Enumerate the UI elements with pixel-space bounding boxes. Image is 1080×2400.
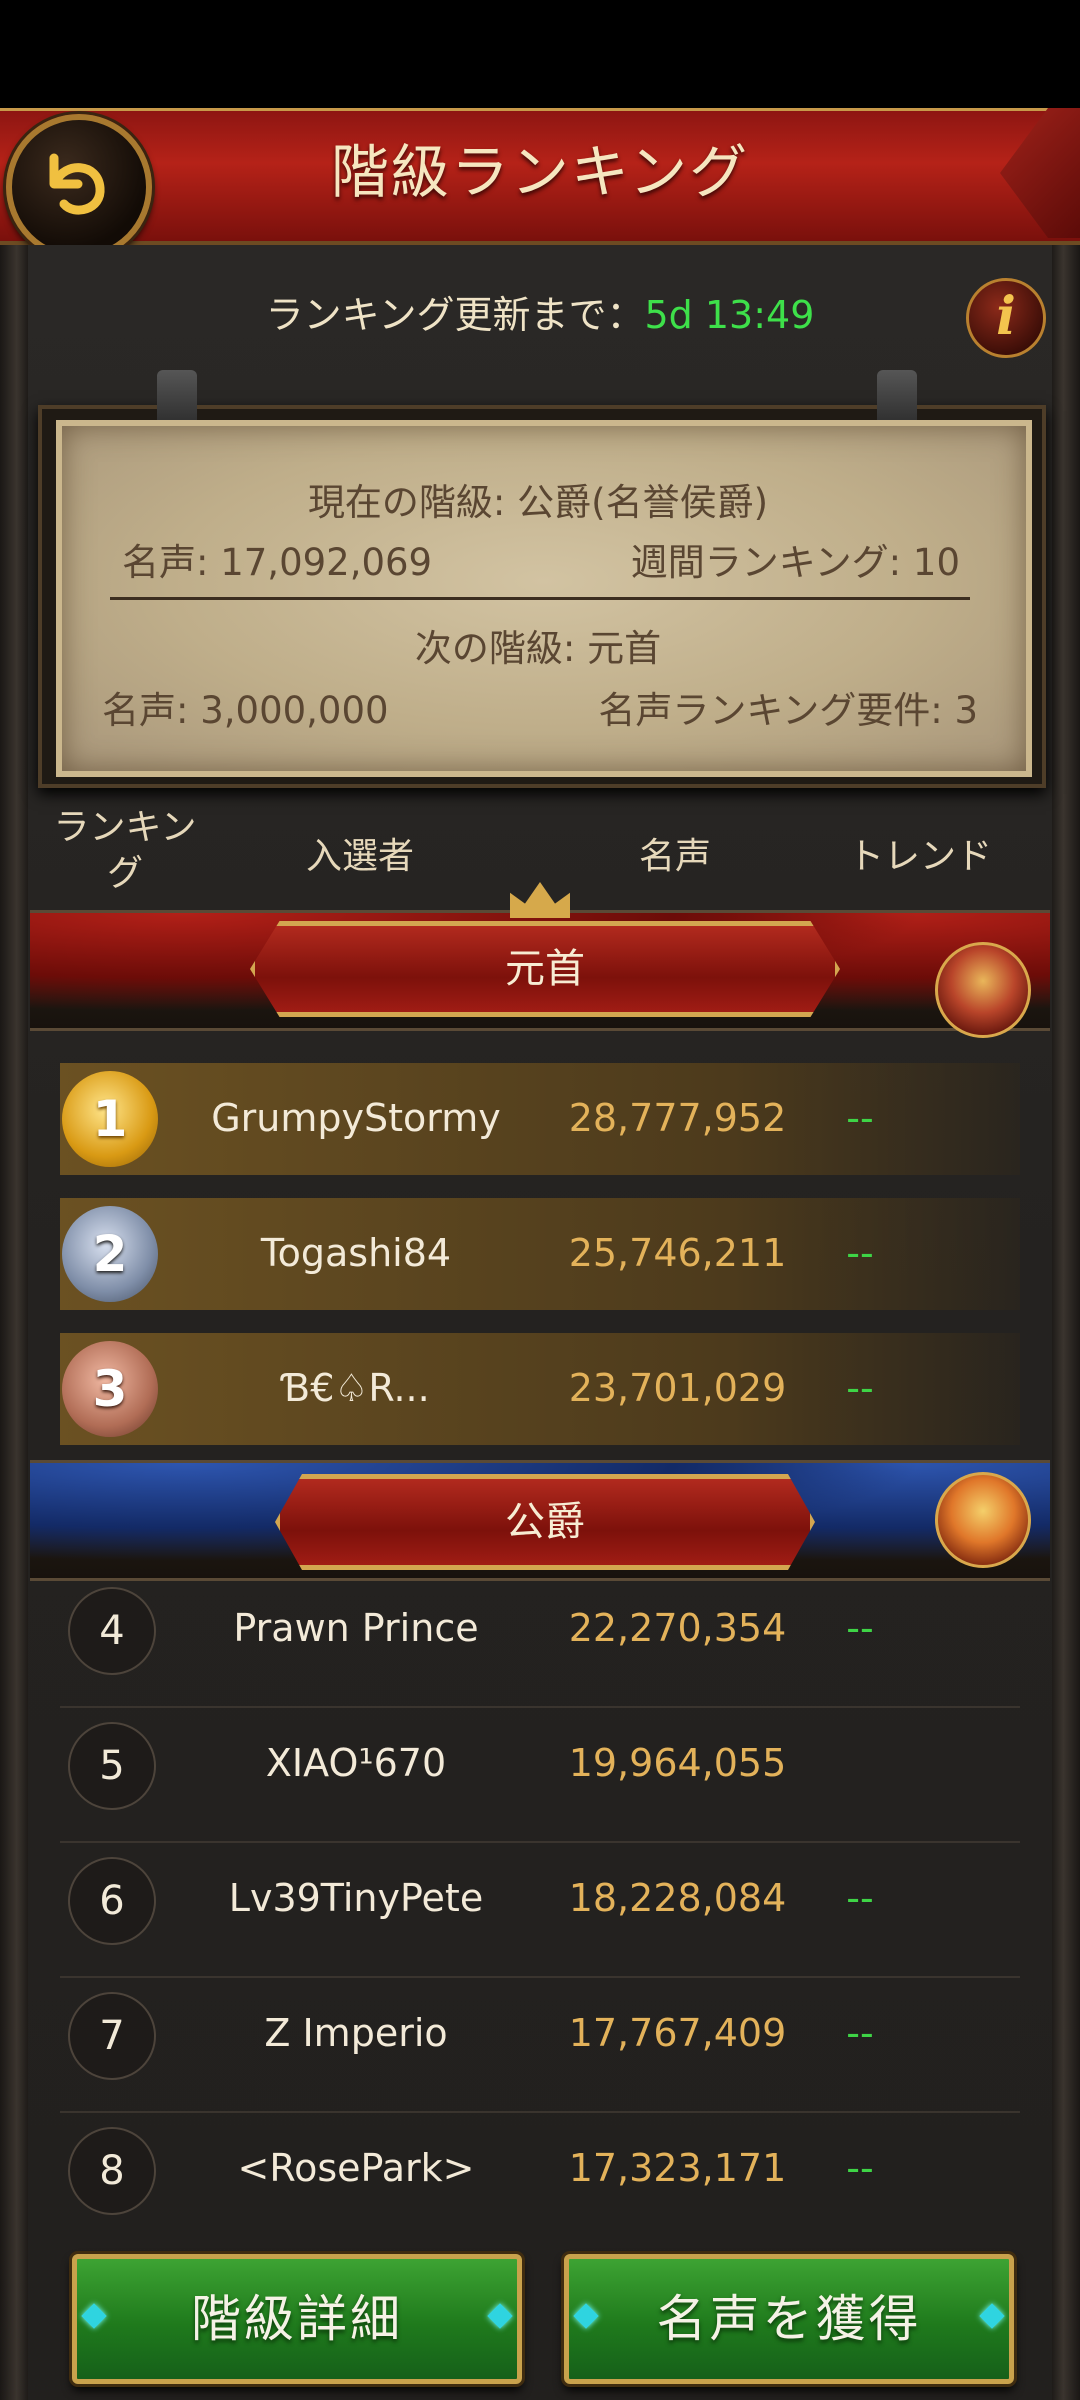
next-ranking-required: 名声ランキング要件: 3 xyxy=(598,689,978,732)
player-name[interactable]: <RosePark> xyxy=(178,2146,534,2190)
player-trend: -- xyxy=(846,2146,874,2190)
doge-emblem-icon xyxy=(935,942,1031,1038)
player-fame: 28,777,952 xyxy=(568,1096,787,1140)
bronze-medal-icon: 3 xyxy=(62,1341,158,1437)
gem-icon xyxy=(979,2303,1005,2329)
row-divider xyxy=(60,1841,1020,1843)
col-rank-line1: ランキン xyxy=(53,807,197,848)
duke-emblem-icon xyxy=(935,1472,1031,1568)
row-divider xyxy=(60,2111,1020,2113)
gem-icon xyxy=(487,2303,513,2329)
player-trend: -- xyxy=(846,1366,874,1410)
tier-title-doge: 元首 xyxy=(250,921,840,1017)
player-trend: -- xyxy=(846,1876,874,1920)
player-trend: -- xyxy=(846,1096,874,1140)
page-title: 階級ランキング xyxy=(330,138,750,206)
back-arrow-icon xyxy=(49,153,105,215)
row-divider xyxy=(60,1706,1020,1708)
rank-number: 7 xyxy=(68,1992,156,2080)
col-rank-header: ランキン グ xyxy=(40,805,210,897)
panel-border-right xyxy=(1052,245,1080,2400)
gem-icon xyxy=(81,2303,107,2329)
player-trend: -- xyxy=(846,1231,874,1275)
col-rank-line2: グ xyxy=(106,853,143,894)
rank-number: 8 xyxy=(68,2127,156,2215)
timer-label: ランキング更新まで： xyxy=(265,293,645,337)
next-rank: 次の階級: 元首 xyxy=(414,627,662,670)
panel-border-left xyxy=(0,245,28,2400)
player-name[interactable]: Prawn Prince xyxy=(178,1606,534,1650)
weekly-ranking: 週間ランキング: 10 xyxy=(630,541,960,584)
row-divider xyxy=(60,1976,1020,1978)
player-fame: 22,270,354 xyxy=(568,1606,787,1650)
player-trend: -- xyxy=(846,2011,874,2055)
player-fame: 17,767,409 xyxy=(568,2011,787,2055)
timer-value: 5d 13:49 xyxy=(644,293,815,337)
tier-title-duke: 公爵 xyxy=(275,1474,815,1570)
current-rank: 現在の階級: 公爵(名誉侯爵) xyxy=(307,481,769,524)
player-fame: 23,701,029 xyxy=(568,1366,787,1410)
player-name[interactable]: Ɓ€♤R... xyxy=(178,1366,534,1410)
col-player-header: 入選者 xyxy=(305,836,414,877)
player-trend: -- xyxy=(846,1606,874,1650)
player-name[interactable]: XIAO¹670 xyxy=(178,1741,534,1785)
player-fame: 17,323,171 xyxy=(568,2146,787,2190)
player-name[interactable]: Z Imperio xyxy=(178,2011,534,2055)
silver-medal-icon: 2 xyxy=(62,1206,158,1302)
rank-details-button[interactable]: 階級詳細 xyxy=(72,2254,522,2384)
rank-number: 6 xyxy=(68,1857,156,1945)
player-name[interactable]: GrumpyStormy xyxy=(178,1096,534,1140)
earn-fame-button[interactable]: 名声を獲得 xyxy=(564,2254,1014,2384)
player-fame: 25,746,211 xyxy=(568,1231,787,1275)
player-fame: 19,964,055 xyxy=(568,1741,787,1785)
next-fame-required: 名声: 3,000,000 xyxy=(102,689,389,732)
col-trend-header: トレンド xyxy=(847,836,992,877)
gem-icon xyxy=(573,2303,599,2329)
rank-details-label: 階級詳細 xyxy=(191,2290,403,2348)
player-name[interactable]: Togashi84 xyxy=(178,1231,534,1275)
gold-medal-icon: 1 xyxy=(62,1071,158,1167)
back-button[interactable] xyxy=(6,114,152,260)
player-fame: 18,228,084 xyxy=(568,1876,787,1920)
info-icon[interactable]: i xyxy=(966,278,1046,358)
current-fame: 名声: 17,092,069 xyxy=(122,541,433,584)
rank-number: 4 xyxy=(68,1587,156,1675)
card-divider xyxy=(110,597,970,600)
earn-fame-label: 名声を獲得 xyxy=(656,2290,922,2348)
update-timer: ランキング更新まで：5d 13:49 xyxy=(0,280,1080,350)
player-name[interactable]: Lv39TinyPete xyxy=(178,1876,534,1920)
col-fame-header: 名声 xyxy=(638,836,711,877)
rank-number: 5 xyxy=(68,1722,156,1810)
